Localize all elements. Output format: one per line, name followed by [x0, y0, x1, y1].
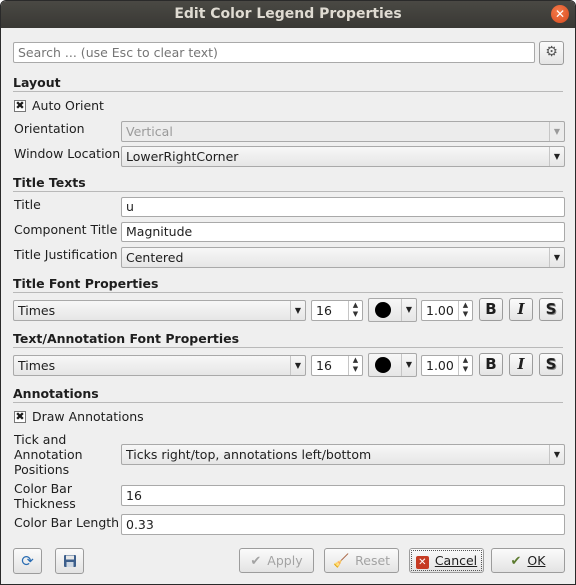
color-bar-thickness-input[interactable]: 16	[121, 485, 565, 506]
section-title-font-heading: Title Font Properties	[13, 276, 159, 291]
reload-icon[interactable]: ⟳	[13, 548, 42, 574]
text-font-opacity-value: 1.00	[426, 358, 454, 373]
label-line: Annotation	[14, 447, 83, 462]
tick-annotation-positions-value: Ticks right/top, annotations left/bottom	[126, 447, 372, 462]
label-line: Positions	[14, 462, 70, 477]
spin-arrows-icon[interactable]: ▲ ▼	[348, 356, 362, 375]
tick-annotation-positions-label: Tick and Annotation Positions	[14, 432, 83, 477]
orientation-value: Vertical	[126, 124, 173, 139]
section-divider	[13, 91, 563, 92]
dialog-window: Edit Color Legend Properties ✕ ⚙ Layout …	[0, 0, 576, 585]
title-font-color-button[interactable]: ▼	[368, 298, 417, 322]
color-bar-length-input[interactable]: 0.33	[121, 514, 565, 535]
text-italic-button[interactable]: I	[509, 353, 533, 376]
text-font-size-value: 16	[316, 358, 332, 373]
title-bar: Edit Color Legend Properties ✕	[1, 1, 575, 28]
chevron-down-icon: ▼	[549, 122, 564, 141]
label-line: Thickness	[14, 496, 76, 511]
search-input[interactable]	[13, 42, 535, 63]
color-bar-length-label: Color Bar Length	[14, 515, 120, 530]
title-justification-label: Title Justification	[14, 247, 118, 262]
title-italic-button[interactable]: I	[509, 298, 533, 321]
label-line: Tick and	[14, 432, 67, 447]
apply-button-label: Apply	[267, 553, 303, 568]
title-font-size-spinbox[interactable]: 16 ▲ ▼	[311, 300, 363, 321]
text-shadow-button[interactable]: S	[539, 353, 563, 376]
broom-icon: 🧹	[332, 554, 350, 569]
chevron-down-icon: ▼	[549, 248, 564, 267]
component-title-input[interactable]: Magnitude	[121, 222, 565, 242]
close-icon[interactable]: ✕	[551, 5, 569, 23]
title-font-family-value: Times	[18, 303, 56, 318]
text-font-opacity-spinbox[interactable]: 1.00 ▲ ▼	[421, 355, 473, 376]
ok-check-icon: ✔	[510, 554, 522, 569]
section-divider	[13, 191, 563, 192]
section-layout-heading: Layout	[13, 75, 61, 90]
chevron-down-icon: ▼	[290, 356, 305, 375]
section-divider	[13, 402, 563, 403]
spin-arrows-icon[interactable]: ▲ ▼	[348, 301, 362, 320]
tick-annotation-positions-select[interactable]: Ticks right/top, annotations left/bottom…	[121, 444, 565, 465]
window-location-select[interactable]: LowerRightCorner ▼	[121, 146, 565, 167]
color-swatch-icon	[375, 302, 391, 318]
text-font-family-select[interactable]: Times ▼	[13, 355, 306, 376]
section-title-texts-heading: Title Texts	[13, 175, 86, 190]
auto-orient-label: Auto Orient	[32, 98, 104, 113]
ok-button[interactable]: ✔ OK	[491, 548, 565, 573]
window-title: Edit Color Legend Properties	[174, 6, 402, 22]
color-bar-thickness-label: Color Bar Thickness	[14, 481, 76, 511]
draw-annotations-checkbox[interactable]: ✖	[14, 411, 26, 423]
chevron-down-icon: ▼	[549, 445, 564, 464]
title-bold-button[interactable]: B	[479, 298, 503, 321]
title-justification-value: Centered	[126, 250, 184, 265]
auto-orient-checkbox[interactable]: ✖	[14, 100, 26, 112]
section-divider	[13, 347, 563, 348]
title-font-opacity-spinbox[interactable]: 1.00 ▲ ▼	[421, 300, 473, 321]
chevron-down-icon: ▼	[549, 147, 564, 166]
section-divider	[13, 292, 563, 293]
ok-button-label: OK	[527, 553, 546, 568]
cancel-x-icon: ✕	[415, 556, 429, 569]
title-font-opacity-value: 1.00	[426, 303, 454, 318]
text-bold-button[interactable]: B	[479, 353, 503, 376]
title-label: Title	[14, 197, 41, 212]
color-swatch-icon	[375, 357, 391, 373]
title-font-size-value: 16	[316, 303, 332, 318]
label-line: Color Bar	[14, 481, 72, 496]
chevron-down-icon: ▼	[290, 301, 305, 320]
text-font-family-value: Times	[18, 358, 56, 373]
advanced-settings-gear-icon[interactable]: ⚙	[539, 41, 564, 65]
title-font-family-select[interactable]: Times ▼	[13, 300, 306, 321]
component-title-label: Component Title	[14, 222, 118, 237]
section-annotations-heading: Annotations	[13, 386, 99, 401]
section-text-font-heading: Text/Annotation Font Properties	[13, 331, 240, 346]
window-location-value: LowerRightCorner	[126, 149, 239, 164]
title-input[interactable]: u	[121, 197, 565, 217]
spin-arrows-icon[interactable]: ▲ ▼	[458, 356, 472, 375]
spin-arrows-icon[interactable]: ▲ ▼	[458, 301, 472, 320]
apply-button[interactable]: ✔ Apply	[239, 548, 314, 573]
text-font-size-spinbox[interactable]: 16 ▲ ▼	[311, 355, 363, 376]
cancel-button-label: Cancel	[434, 553, 478, 568]
orientation-label: Orientation	[14, 121, 85, 136]
reset-button-label: Reset	[355, 553, 391, 568]
cancel-button[interactable]: ✕ Cancel	[409, 548, 484, 573]
window-location-label: Window Location	[14, 146, 121, 161]
text-font-color-button[interactable]: ▼	[368, 353, 417, 377]
save-icon[interactable]	[55, 548, 84, 574]
checkmark-icon: ✔	[250, 554, 262, 569]
title-justification-select[interactable]: Centered ▼	[121, 247, 565, 268]
chevron-down-icon: ▼	[401, 299, 416, 321]
orientation-select: Vertical ▼	[121, 121, 565, 142]
title-shadow-button[interactable]: S	[539, 298, 563, 321]
chevron-down-icon: ▼	[401, 354, 416, 376]
draw-annotations-label: Draw Annotations	[32, 409, 144, 424]
reset-button[interactable]: 🧹 Reset	[324, 548, 399, 573]
